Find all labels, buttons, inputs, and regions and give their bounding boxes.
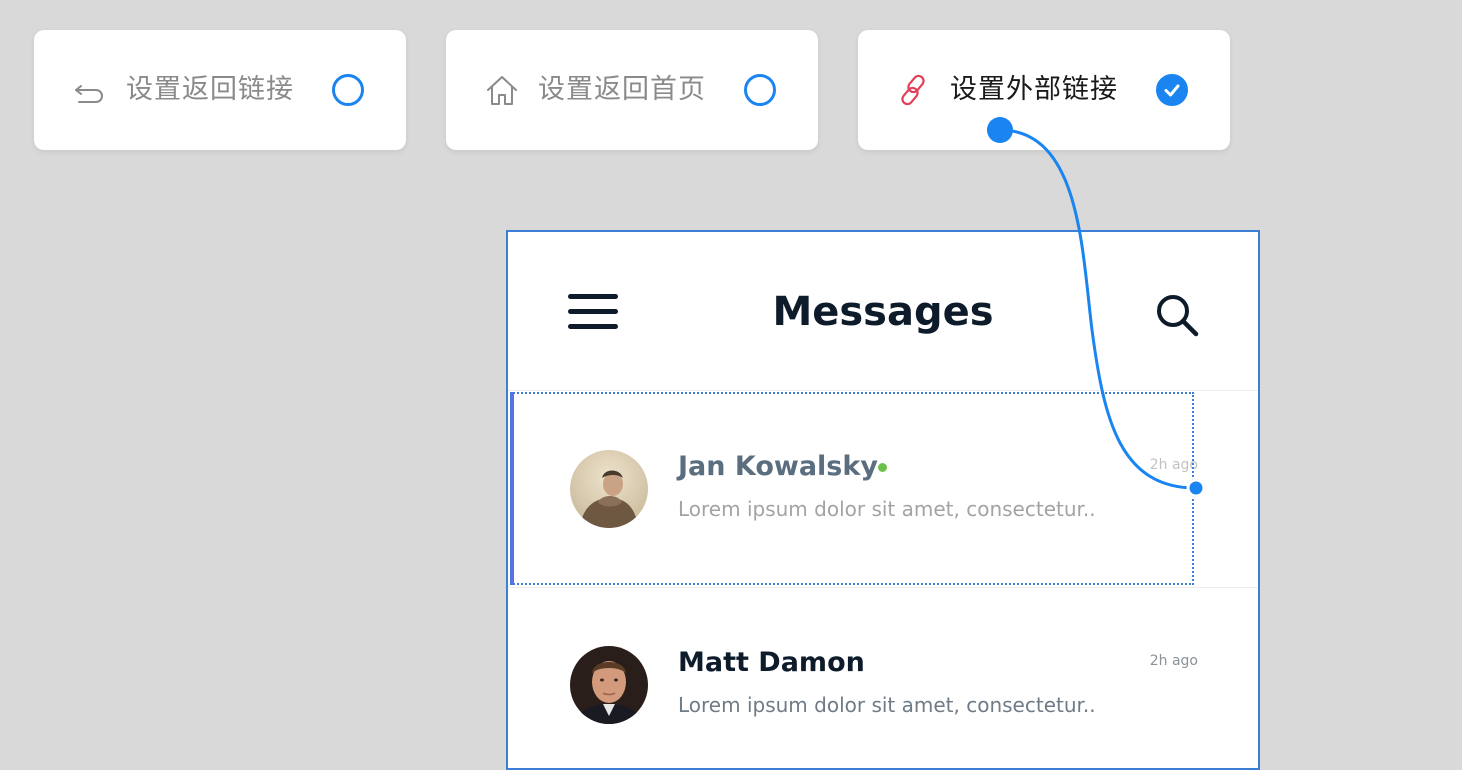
radio-button-checked[interactable] [1156,74,1188,106]
option-label: 设置返回首页 [538,74,706,105]
message-row[interactable]: Matt Damon Lorem ipsum dolor sit amet, c… [508,587,1258,768]
message-time: 2h ago [1149,457,1198,473]
radio-button[interactable] [332,74,364,106]
message-row[interactable]: Jan Kowalsky Lorem ipsum dolor sit amet,… [508,391,1258,588]
avatar [570,646,648,724]
option-label: 设置外部链接 [950,74,1118,105]
search-icon[interactable] [1154,292,1200,338]
contact-name: Jan Kowalsky [678,451,878,482]
avatar [570,450,648,528]
app-header: Messages [508,232,1258,391]
option-card-home[interactable]: 设置返回首页 [446,30,818,150]
option-card-external-link[interactable]: 设置外部链接 [858,30,1230,150]
message-time: 2h ago [1149,653,1198,669]
contact-name: Matt Damon [678,647,865,678]
option-label: 设置返回链接 [126,74,294,105]
option-card-back-link[interactable]: 设置返回链接 [34,30,406,150]
home-icon [484,72,520,108]
online-status-dot [878,463,887,472]
page-title: Messages [772,289,994,335]
back-arrow-icon [72,72,108,108]
radio-button[interactable] [744,74,776,106]
message-preview: Lorem ipsum dolor sit amet, consectetur.… [678,693,1096,717]
link-icon [896,72,932,108]
selection-indicator [510,392,514,585]
message-preview: Lorem ipsum dolor sit amet, consectetur.… [678,497,1096,521]
phone-screen: Messages Jan Kowalsky Lorem ipsum dolor … [506,230,1260,770]
check-icon [1164,84,1180,97]
